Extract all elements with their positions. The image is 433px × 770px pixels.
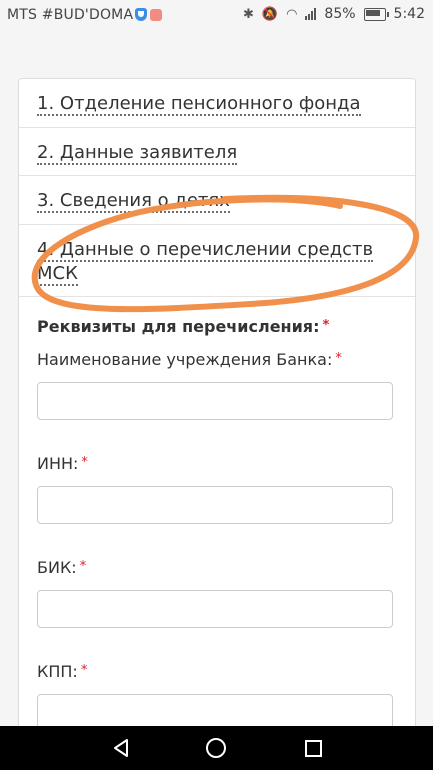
status-icons: ✱ 🔕 ◠ 85% 5:42 — [243, 6, 425, 22]
signal-icon — [305, 8, 317, 20]
required-mark: * — [335, 351, 342, 366]
bik-label: БИК: * — [37, 558, 397, 577]
bank-name-input[interactable] — [37, 382, 393, 420]
field-label-text: ИНН: — [37, 454, 79, 473]
bank-name-label: Наименование учреждения Банка: * — [37, 350, 397, 369]
recent-apps-icon[interactable] — [305, 740, 322, 757]
carrier-label: MTS #BUD'DOMA — [7, 7, 163, 23]
required-mark: * — [81, 455, 88, 470]
section-title: Реквизиты для перечисления: * — [37, 317, 397, 336]
section-title-text: Реквизиты для перечисления: — [37, 317, 320, 336]
home-icon[interactable] — [206, 738, 226, 758]
required-mark: * — [80, 663, 88, 678]
field-label-text: Наименование учреждения Банка: — [37, 350, 333, 369]
shield-icon — [135, 8, 148, 21]
clock: 5:42 — [393, 6, 425, 22]
step-item-3[interactable]: 3. Сведения о детях — [19, 176, 415, 225]
mute-icon: 🔕 — [261, 6, 279, 22]
bluetooth-icon: ✱ — [242, 6, 254, 22]
kpp-label: КПП: * — [37, 662, 397, 681]
inn-label: ИНН: * — [37, 454, 397, 473]
step-item-2[interactable]: 2. Данные заявителя — [19, 128, 415, 176]
wifi-icon: ◠ — [286, 6, 298, 22]
field-label-text: БИК: — [37, 558, 77, 577]
step-link[interactable]: 4. Данные о перечислении средств МСК — [37, 239, 374, 286]
field-label-text: КПП: — [37, 662, 78, 681]
battery-percent: 85% — [324, 6, 356, 22]
step-item-1[interactable]: 1. Отделение пенсионного фонда — [19, 79, 415, 128]
form-card: 1. Отделение пенсионного фонда 2. Данные… — [18, 78, 416, 740]
required-mark: * — [79, 559, 87, 574]
battery-icon — [363, 7, 389, 21]
step-link[interactable]: 2. Данные заявителя — [37, 142, 238, 165]
step-link[interactable]: 1. Отделение пенсионного фонда — [37, 93, 361, 116]
app-icon — [150, 9, 163, 21]
required-mark: * — [322, 318, 330, 333]
steps-list: 1. Отделение пенсионного фонда 2. Данные… — [19, 79, 415, 297]
carrier-text: MTS #BUD'DOMA — [7, 7, 134, 23]
transfer-details-form: Реквизиты для перечисления: * Наименовани… — [19, 297, 415, 732]
inn-input[interactable] — [37, 486, 393, 524]
system-nav-bar — [0, 726, 433, 770]
back-icon[interactable] — [112, 738, 130, 758]
bik-input[interactable] — [37, 590, 393, 628]
status-bar: MTS #BUD'DOMA ✱ 🔕 ◠ 85% 5:42 — [0, 0, 433, 32]
step-link[interactable]: 3. Сведения о детях — [37, 190, 230, 213]
step-item-4[interactable]: 4. Данные о перечислении средств МСК — [19, 225, 415, 297]
